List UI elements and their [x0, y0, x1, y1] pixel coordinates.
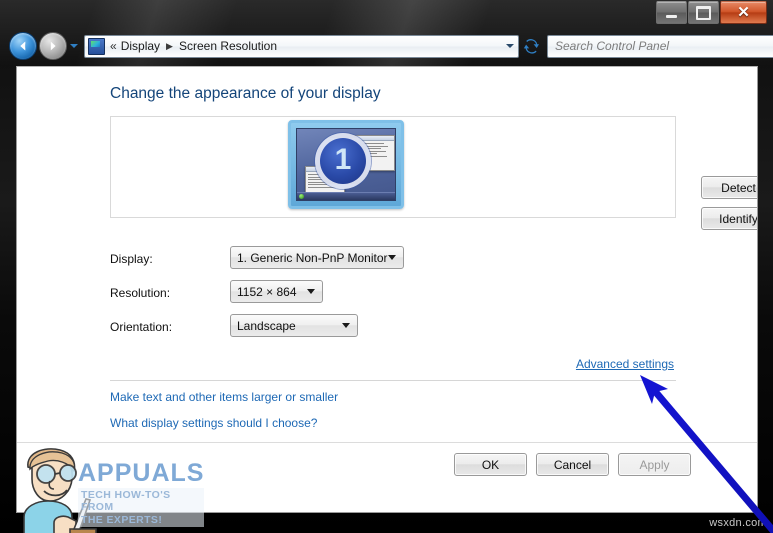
display-label: Display:	[110, 252, 153, 266]
breadcrumb-separator-icon[interactable]: ▶	[166, 41, 173, 51]
close-icon: ✕	[737, 4, 750, 21]
address-bar[interactable]: « Display ▶ Screen Resolution	[84, 34, 519, 58]
display-select-value: 1. Generic Non-PnP Monitor	[237, 250, 388, 265]
forward-arrow-icon	[50, 41, 56, 51]
chevron-down-icon	[307, 289, 315, 294]
chevron-down-icon	[388, 255, 396, 260]
desktop-taskbar-icon	[297, 192, 395, 200]
refresh-button[interactable]	[520, 35, 542, 58]
search-input[interactable]	[555, 39, 773, 53]
search-box[interactable]	[547, 34, 773, 58]
detect-button[interactable]: Detect	[701, 176, 757, 199]
cancel-button[interactable]: Cancel	[536, 453, 609, 476]
maximize-icon	[696, 5, 711, 20]
display-select[interactable]: 1. Generic Non-PnP Monitor	[230, 246, 404, 269]
back-arrow-icon	[20, 41, 26, 51]
resolution-select-value: 1152 × 864	[237, 284, 297, 299]
back-button[interactable]	[9, 32, 37, 60]
orientation-label: Orientation:	[110, 320, 173, 334]
orientation-select[interactable]: Landscape	[230, 314, 358, 337]
identify-button[interactable]: Identify	[701, 207, 757, 230]
monitor-number-label: 1	[334, 143, 352, 176]
breadcrumb-item-display[interactable]: Display	[121, 39, 160, 53]
resolution-select[interactable]: 1152 × 864	[230, 280, 323, 303]
navigation-bar: « Display ▶ Screen Resolution	[0, 30, 773, 62]
site-watermark: wsxdn.com	[709, 517, 767, 529]
breadcrumb-overflow-icon[interactable]: «	[110, 40, 117, 52]
resolution-label: Resolution:	[110, 286, 171, 300]
forward-button[interactable]	[39, 32, 67, 60]
close-button[interactable]: ✕	[720, 1, 767, 24]
make-text-larger-link[interactable]: Make text and other items larger or smal…	[110, 390, 338, 404]
minimize-button[interactable]	[656, 1, 687, 24]
appuals-tagline-line2: THE EXPERTS!	[81, 513, 163, 526]
maximize-button[interactable]	[688, 1, 719, 24]
display-control-panel-icon	[88, 37, 105, 55]
refresh-icon	[523, 38, 539, 54]
what-display-settings-link[interactable]: What display settings should I choose?	[110, 416, 317, 430]
section-divider	[110, 380, 676, 381]
chevron-down-icon	[69, 44, 78, 48]
chevron-down-icon	[505, 44, 514, 48]
page-title: Change the appearance of your display	[110, 85, 381, 102]
ok-button[interactable]: OK	[454, 453, 527, 476]
display-preview-box: 1 Detect Identify	[110, 116, 757, 230]
monitor-number-badge: 1	[315, 133, 371, 189]
apply-button: Apply	[618, 453, 691, 476]
chevron-down-icon	[342, 323, 350, 328]
minimize-icon	[666, 14, 677, 18]
footer-divider	[17, 442, 757, 443]
control-panel-window: ✕ « Display ▶ Screen Resolution Search C…	[0, 0, 773, 533]
start-orb-icon	[299, 194, 304, 199]
recent-pages-button[interactable]	[67, 33, 80, 59]
advanced-settings-link[interactable]: Advanced settings	[576, 357, 674, 371]
caption-button-group: ✕	[655, 1, 767, 24]
monitor-1-preview[interactable]: 1	[288, 120, 404, 209]
address-dropdown-button[interactable]	[501, 36, 518, 57]
client-area: Change the appearance of your display 1 …	[16, 66, 758, 513]
orientation-select-value: Landscape	[237, 318, 296, 333]
breadcrumb-item-screen-resolution[interactable]: Screen Resolution	[179, 39, 277, 53]
